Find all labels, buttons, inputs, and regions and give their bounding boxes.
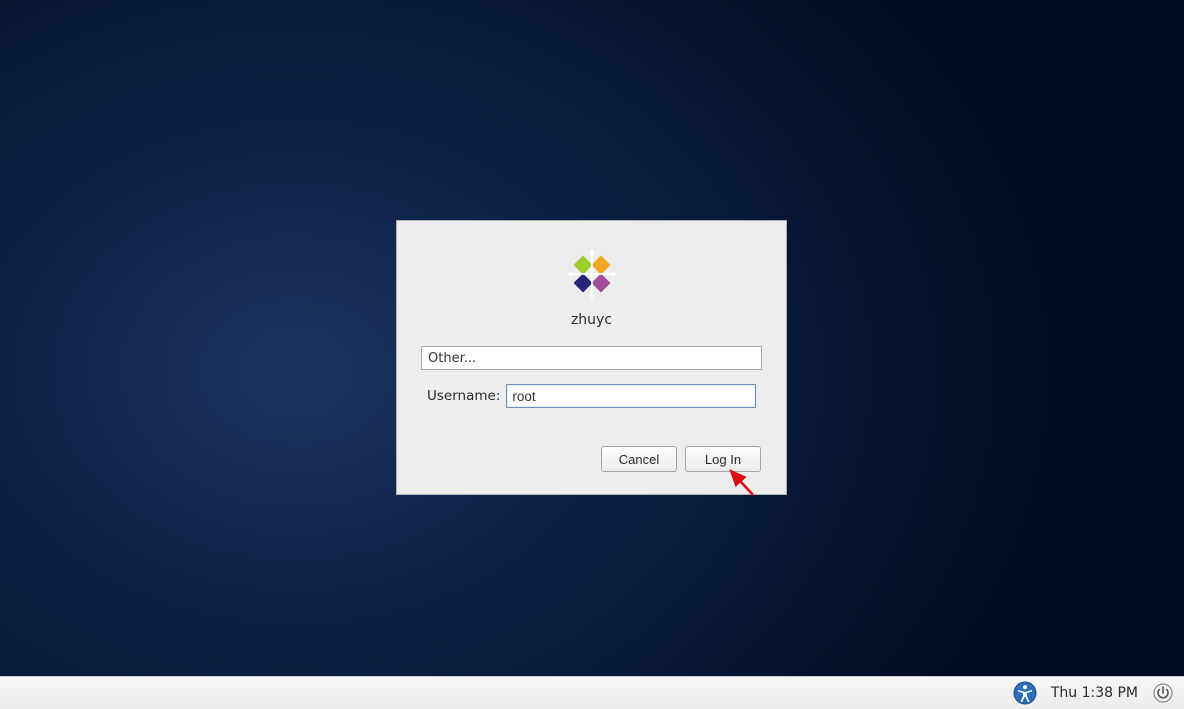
username-label: Username: [427, 388, 500, 404]
hostname-label: zhuyc [421, 312, 762, 328]
button-row: Cancel Log In [421, 446, 762, 472]
accessibility-icon[interactable] [1013, 681, 1037, 705]
logo-container [421, 246, 762, 302]
username-row: Username: [421, 384, 762, 408]
user-selector-value: Other... [428, 351, 476, 366]
login-button[interactable]: Log In [685, 446, 761, 472]
bottom-panel: Thu 1:38 PM [0, 676, 1184, 709]
power-icon[interactable] [1152, 682, 1174, 704]
panel-clock[interactable]: Thu 1:38 PM [1051, 685, 1138, 701]
centos-logo-icon [564, 246, 620, 302]
user-selector[interactable]: Other... [421, 346, 762, 370]
username-input[interactable] [506, 384, 756, 408]
cancel-button[interactable]: Cancel [601, 446, 677, 472]
login-dialog: zhuyc Other... Username: Cancel Log In [396, 220, 787, 495]
desktop-background: zhuyc Other... Username: Cancel Log In [0, 0, 1184, 676]
